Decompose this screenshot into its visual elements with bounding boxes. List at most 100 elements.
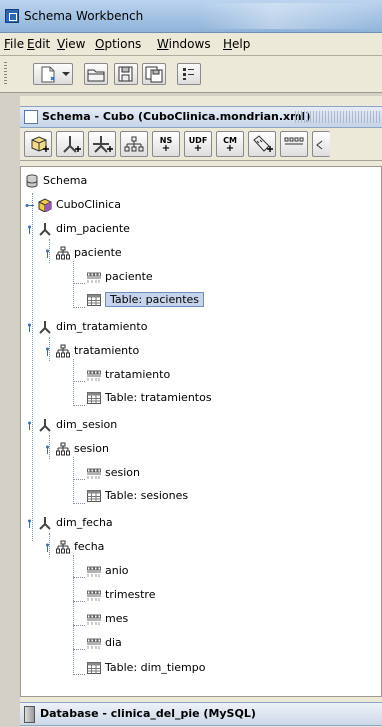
dimension-icon	[39, 419, 51, 432]
database-connection-icon	[24, 706, 35, 723]
level-icon	[87, 370, 101, 381]
tree-node-table[interactable]: Table: dim_tiempo	[87, 659, 205, 677]
add-hierarchy-button[interactable]	[120, 131, 148, 157]
tree-node-dimension[interactable]: dim_tratamiento	[25, 318, 147, 336]
tree-node-hierarchy[interactable]: tratamiento	[43, 342, 139, 360]
expanded-toggle-icon[interactable]	[25, 323, 34, 332]
menu-edit[interactable]: Edit	[27, 37, 50, 51]
dimension-icon	[39, 517, 51, 530]
tree-node-hierarchy[interactable]: sesion	[43, 440, 109, 458]
database-icon	[26, 174, 38, 188]
expanded-toggle-icon[interactable]	[43, 347, 52, 356]
tree-node-table[interactable]: Table: sesiones	[87, 487, 188, 505]
schema-frame: Schema - Cubo (CuboClinica.mondrian.xml)	[20, 96, 382, 727]
expanded-toggle-icon[interactable]	[43, 445, 52, 454]
tree-node-level[interactable]: tratamiento	[87, 366, 170, 384]
database-label: Database - clinica_del_pie (MySQL)	[40, 707, 256, 720]
tree-node-cube[interactable]: CuboClinica	[25, 196, 121, 214]
tree-node-schema[interactable]: Schema	[25, 172, 87, 190]
menu-view[interactable]: View	[57, 37, 85, 51]
add-cube-button[interactable]	[24, 131, 52, 157]
pane-icon	[24, 110, 38, 124]
tree-node-dimension[interactable]: dim_paciente	[25, 220, 130, 238]
tree-node-level[interactable]: sesion	[87, 464, 140, 482]
level-add-icon	[284, 137, 304, 145]
window-titlebar[interactable]: Schema Workbench	[0, 0, 382, 33]
table-icon	[87, 662, 101, 674]
window-title: Schema Workbench	[24, 9, 144, 23]
add-dimension-button[interactable]	[56, 131, 84, 157]
tree-node-level[interactable]: dia	[87, 634, 122, 652]
tree-node-level[interactable]: trimestre	[87, 586, 155, 604]
add-named-set-button[interactable]: NS +	[152, 131, 180, 157]
tree-node-level[interactable]: anio	[87, 562, 129, 580]
hierarchy-icon	[56, 344, 70, 358]
save-icon	[118, 66, 133, 82]
hierarchy-icon	[56, 540, 70, 554]
toolbar-grip[interactable]	[4, 62, 7, 86]
expanded-toggle-icon[interactable]	[43, 249, 52, 258]
tree-node-level[interactable]: mes	[87, 610, 128, 628]
level-icon	[87, 566, 101, 577]
save-as-icon	[145, 66, 163, 83]
main-toolbar	[0, 56, 382, 93]
tree-node-table[interactable]: Table: tratamientos	[87, 389, 212, 407]
level-icon	[87, 468, 101, 479]
menu-help[interactable]: Help	[223, 37, 250, 51]
table-icon	[87, 490, 101, 502]
level-icon	[87, 272, 101, 283]
save-button[interactable]	[114, 63, 138, 85]
overflow-icon	[315, 140, 322, 150]
schema-tree[interactable]: Schema CuboClinica dim_paciente paciente…	[20, 166, 382, 697]
database-bar[interactable]: Database - clinica_del_pie (MySQL)	[20, 702, 382, 726]
pane-header-grip	[295, 111, 382, 123]
cube-add-icon	[31, 136, 49, 152]
dimension-icon	[39, 223, 51, 236]
tree-node-dimension[interactable]: dim_sesion	[25, 416, 117, 434]
expanded-toggle-icon[interactable]	[43, 543, 52, 552]
level-icon	[87, 590, 101, 601]
add-dimension-usage-button[interactable]	[88, 131, 116, 157]
preferences-button[interactable]	[177, 63, 201, 85]
expanded-toggle-icon[interactable]	[25, 519, 34, 528]
tree-node-dimension[interactable]: dim_fecha	[25, 514, 113, 532]
dimension-add-icon	[63, 136, 81, 153]
cube-icon	[38, 198, 52, 212]
dimension-usage-icon	[93, 136, 113, 153]
collapsed-toggle-icon[interactable]	[25, 201, 34, 210]
hierarchy-icon	[56, 442, 70, 456]
add-udf-button[interactable]: UDF +	[184, 131, 212, 157]
menu-file[interactable]: File	[4, 37, 24, 51]
open-folder-icon	[87, 69, 105, 82]
menu-windows[interactable]: Windows	[157, 37, 211, 51]
menu-options[interactable]: Options	[95, 37, 141, 51]
open-button[interactable]	[84, 63, 108, 85]
add-level-button[interactable]	[280, 131, 308, 157]
dimension-icon	[39, 321, 51, 334]
app-icon	[5, 9, 19, 23]
add-calculated-member-button[interactable]: CM +	[216, 131, 244, 157]
tree-node-hierarchy[interactable]: fecha	[43, 538, 104, 556]
new-file-icon	[41, 66, 70, 83]
measure-add-icon	[253, 135, 273, 152]
hierarchy-add-icon	[124, 136, 144, 152]
pane-title: Schema - Cubo (CuboClinica.mondrian.xml)	[42, 110, 311, 123]
expanded-toggle-icon[interactable]	[25, 225, 34, 234]
hierarchy-icon	[56, 246, 70, 260]
tree-node-level[interactable]: paciente	[87, 268, 153, 286]
level-icon	[87, 638, 101, 649]
new-button[interactable]	[33, 63, 73, 85]
preferences-icon	[183, 68, 194, 80]
more-tools-button[interactable]	[312, 131, 330, 157]
expanded-toggle-icon[interactable]	[25, 421, 34, 430]
level-icon	[87, 614, 101, 625]
save-as-button[interactable]	[142, 63, 166, 85]
tree-node-hierarchy[interactable]: paciente	[43, 244, 122, 262]
tree-node-table-selected[interactable]: Table: pacientes	[87, 291, 205, 309]
table-icon	[87, 392, 101, 404]
menu-bar: File Edit View Options Windows Help	[0, 33, 382, 56]
add-measure-button[interactable]	[248, 131, 276, 157]
pane-header[interactable]: Schema - Cubo (CuboClinica.mondrian.xml)	[20, 106, 382, 128]
schema-toolbar: NS + UDF + CM +	[20, 128, 382, 161]
titlebar-glass	[200, 3, 382, 29]
